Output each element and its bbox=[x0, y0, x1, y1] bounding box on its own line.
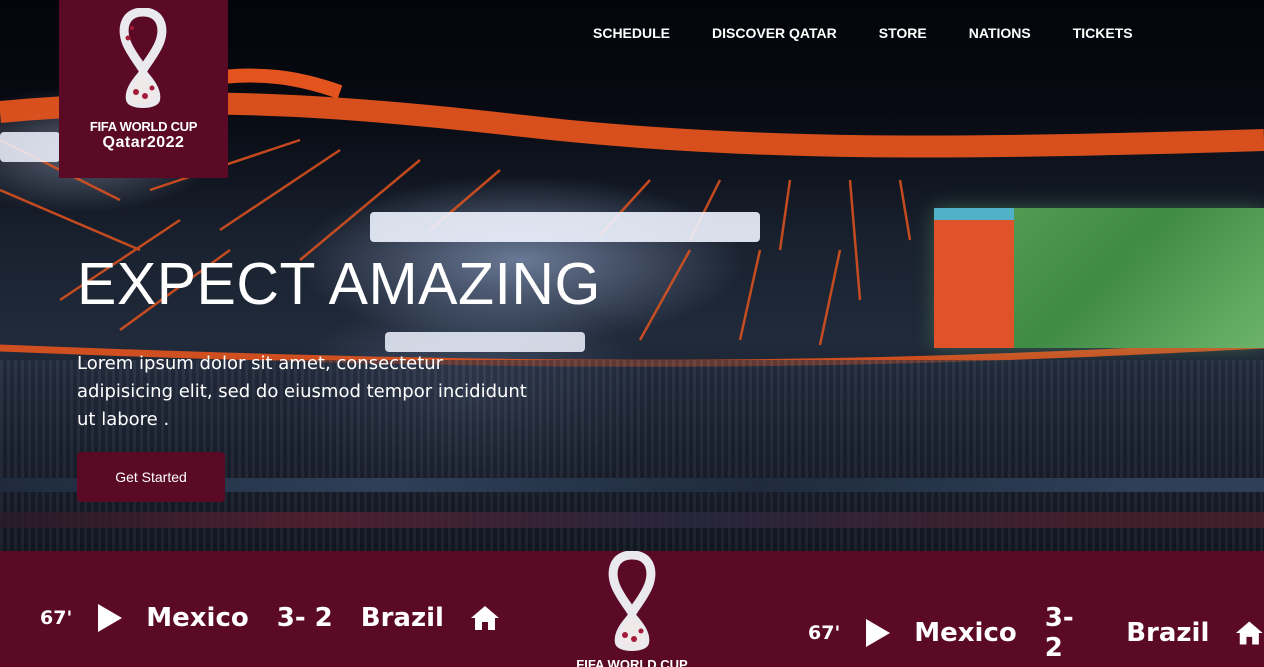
nav-item-nations[interactable]: NATIONS bbox=[969, 25, 1031, 41]
get-started-button[interactable]: Get Started bbox=[77, 452, 225, 502]
logo-subtitle: Qatar2022 bbox=[102, 134, 185, 151]
away-team: Brazil bbox=[360, 603, 444, 633]
advertising-board-lower bbox=[0, 512, 1264, 528]
nav-item-store[interactable]: STORE bbox=[879, 25, 927, 41]
home-icon[interactable] bbox=[1235, 620, 1264, 646]
nav-item-tickets[interactable]: TICKETS bbox=[1073, 25, 1133, 41]
stadium-screen-header bbox=[934, 208, 1014, 220]
site-logo[interactable]: FIFA WORLD CUP Qatar2022 bbox=[59, 0, 228, 178]
world-cup-emblem-icon bbox=[119, 8, 167, 108]
stadium-screen-panel bbox=[934, 208, 1014, 348]
world-cup-emblem-icon bbox=[608, 551, 656, 651]
match-score: 3- 2 bbox=[276, 603, 333, 633]
home-team: Mexico bbox=[146, 603, 249, 633]
match-card[interactable]: 67' Mexico 3- 2 Brazil bbox=[40, 603, 500, 633]
home-icon[interactable] bbox=[470, 605, 500, 631]
hero-description: Lorem ipsum dolor sit amet, consectetur … bbox=[77, 353, 527, 430]
live-score-bar: 67' Mexico 3- 2 Brazil FIFA WORLD CUP 67… bbox=[0, 551, 1264, 667]
match-minute: 67' bbox=[808, 622, 841, 644]
home-team: Mexico bbox=[914, 618, 1017, 648]
match-card[interactable]: 67' Mexico 3- 2 Brazil bbox=[808, 603, 1264, 663]
nav-item-schedule[interactable]: SCHEDULE bbox=[593, 25, 670, 41]
play-icon[interactable] bbox=[98, 604, 123, 632]
play-icon[interactable] bbox=[866, 619, 891, 647]
main-nav: SCHEDULE DISCOVER QATAR STORE NATIONS TI… bbox=[593, 25, 1175, 41]
match-score: 3- 2 bbox=[1044, 603, 1074, 663]
hero-title: EXPECT AMAZING bbox=[77, 251, 601, 317]
away-team: Brazil bbox=[1126, 618, 1210, 648]
match-minute: 67' bbox=[40, 607, 73, 629]
logo-title: FIFA WORLD CUP bbox=[89, 119, 198, 134]
nav-item-discover-qatar[interactable]: DISCOVER QATAR bbox=[712, 25, 837, 41]
